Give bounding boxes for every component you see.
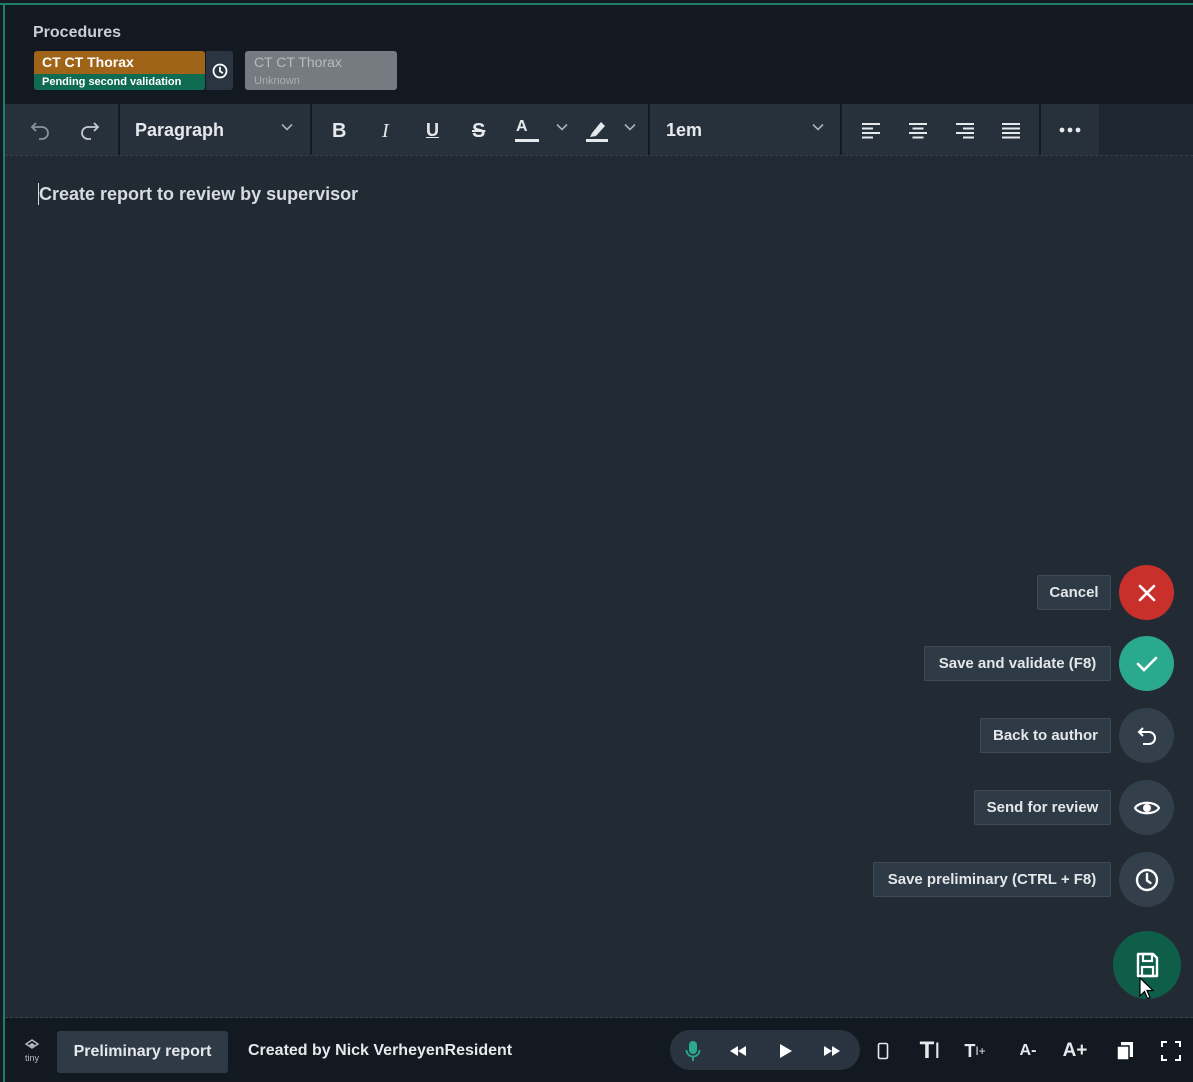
mouse-cursor-icon — [1139, 977, 1155, 1000]
report-type-button[interactable]: Preliminary report — [57, 1031, 228, 1073]
cancel-button[interactable] — [1119, 565, 1174, 620]
align-left-icon[interactable] — [860, 116, 882, 144]
fast-forward-icon[interactable] — [819, 1031, 845, 1071]
chevron-down-icon[interactable] — [623, 120, 637, 139]
device-icon[interactable] — [872, 1031, 894, 1071]
back-to-author-label[interactable]: Back to author — [980, 718, 1111, 753]
text-insert-icon[interactable]: T I+ — [960, 1031, 990, 1071]
eye-icon — [1133, 801, 1160, 814]
play-icon[interactable] — [773, 1031, 799, 1071]
text-color-swatch — [515, 139, 539, 142]
close-icon — [1138, 584, 1155, 601]
redo-icon[interactable] — [77, 116, 103, 144]
app-window: C Procedures CT CT Thorax Pending second… — [0, 0, 1193, 1082]
created-by-text: Created by Nick VerheyenResident — [248, 1042, 513, 1059]
undo-arrow-icon — [1137, 726, 1156, 745]
text-color-button[interactable]: A — [516, 118, 528, 136]
copy-icon[interactable] — [1113, 1031, 1137, 1071]
send-review-button[interactable] — [1119, 780, 1174, 835]
highlight-pen-icon[interactable] — [583, 116, 611, 144]
save-preliminary-button[interactable] — [1119, 852, 1174, 907]
save-preliminary-label[interactable]: Save preliminary (CTRL + F8) — [873, 862, 1111, 897]
procedure-tab-active[interactable]: CT CT Thorax Pending second validation — [34, 51, 205, 90]
procedure-name: CT CT Thorax — [254, 54, 342, 70]
chevron-down-icon[interactable] — [811, 120, 825, 139]
align-right-icon[interactable] — [954, 116, 976, 144]
chevron-down-icon[interactable] — [280, 120, 294, 139]
strikethrough-button[interactable]: S — [472, 120, 485, 143]
rewind-icon[interactable] — [725, 1031, 751, 1071]
send-review-label[interactable]: Send for review — [974, 790, 1111, 825]
more-options-icon[interactable] — [1058, 116, 1082, 144]
chevron-down-icon[interactable] — [555, 120, 569, 139]
microphone-icon[interactable] — [680, 1031, 706, 1071]
procedure-tab-inactive[interactable]: CT CT Thorax Unknown — [245, 51, 397, 90]
procedure-name: CT CT Thorax — [42, 54, 134, 70]
undo-icon[interactable] — [27, 116, 53, 144]
text-cursor-toggle-icon[interactable]: TI — [915, 1031, 945, 1071]
editor-toolbar: Paragraph B I U S A 1em — [5, 103, 1193, 156]
floppy-disk-icon — [1136, 952, 1159, 978]
status-bar: tiny Preliminary report Created by Nick … — [5, 1019, 1193, 1082]
procedure-status: Unknown — [254, 75, 300, 87]
font-decrease-button[interactable]: A- — [1013, 1031, 1043, 1071]
align-center-icon[interactable] — [907, 116, 929, 144]
underline-button[interactable]: U — [426, 120, 439, 141]
back-to-author-button[interactable] — [1119, 708, 1174, 763]
fullscreen-icon[interactable] — [1158, 1031, 1184, 1071]
procedures-title: Procedures — [33, 24, 122, 41]
report-editor[interactable]: Create report to review by supervisor Ca… — [5, 155, 1193, 1018]
align-justify-icon[interactable] — [1000, 116, 1022, 144]
save-validate-button[interactable] — [1119, 636, 1174, 691]
tiny-logo: tiny — [22, 1039, 42, 1063]
clock-icon — [1135, 868, 1158, 891]
cancel-label[interactable]: Cancel — [1037, 575, 1111, 610]
block-format-select[interactable]: Paragraph — [135, 120, 224, 141]
font-size-select[interactable]: 1em — [666, 120, 702, 141]
procedure-status: Pending second validation — [34, 74, 205, 90]
italic-button[interactable]: I — [382, 120, 389, 143]
save-validate-label[interactable]: Save and validate (F8) — [924, 646, 1111, 681]
bold-button[interactable]: B — [332, 120, 346, 143]
font-increase-button[interactable]: A+ — [1060, 1031, 1090, 1071]
history-clock-icon[interactable] — [206, 51, 233, 90]
checkmark-icon — [1136, 656, 1157, 672]
report-content[interactable]: Create report to review by supervisor — [39, 184, 358, 205]
